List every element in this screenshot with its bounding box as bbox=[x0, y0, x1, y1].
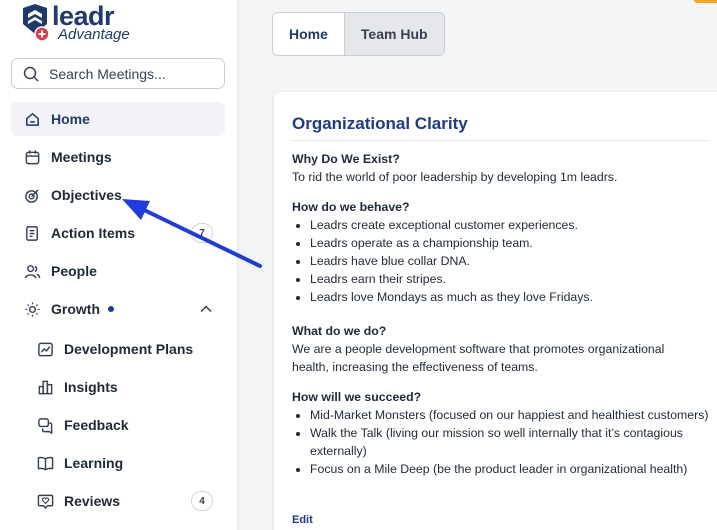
section-heading: How will we succeed? bbox=[292, 390, 422, 404]
bar-chart-icon bbox=[36, 378, 54, 396]
notification-dot bbox=[108, 306, 114, 312]
nav-item-action-items[interactable]: Action Items 7 bbox=[11, 216, 225, 250]
action-items-count-badge: 7 bbox=[191, 223, 213, 243]
logo[interactable]: leadr Advantage bbox=[22, 1, 162, 44]
reviews-count-badge: 4 bbox=[191, 491, 213, 511]
nav-item-people[interactable]: People bbox=[11, 254, 225, 288]
nav-item-label: Insights bbox=[64, 379, 118, 395]
heart-message-icon bbox=[36, 492, 54, 510]
search-icon bbox=[23, 66, 39, 82]
list-item: Leadrs love Mondays as much as they love… bbox=[310, 288, 717, 306]
section-heading: How do we behave? bbox=[292, 200, 410, 214]
people-icon bbox=[23, 262, 41, 280]
do-section: What do we do? We are a people developme… bbox=[292, 322, 717, 376]
tab-team-hub[interactable]: Team Hub bbox=[344, 13, 444, 55]
chart-line-icon bbox=[36, 340, 54, 358]
nav-item-growth[interactable]: Growth bbox=[11, 292, 225, 326]
nav-item-home[interactable]: Home bbox=[11, 102, 225, 136]
behave-section: How do we behave? Leadrs create exceptio… bbox=[292, 198, 717, 306]
checklist-icon bbox=[23, 224, 41, 242]
section-heading: What do we do? bbox=[292, 324, 387, 338]
section-heading: Why Do We Exist? bbox=[292, 152, 400, 166]
nav-item-label: Reviews bbox=[64, 493, 121, 509]
why-section: Why Do We Exist? To rid the world of poo… bbox=[292, 150, 717, 186]
chevron-up-icon[interactable] bbox=[199, 302, 213, 316]
leadr-shield-icon bbox=[23, 4, 48, 42]
nav-item-label: Meetings bbox=[51, 149, 112, 165]
top-accent-bar bbox=[694, 0, 717, 3]
nav-item-label: Home bbox=[51, 111, 90, 127]
list-item: Leadrs operate as a championship team. bbox=[310, 234, 717, 252]
section-text: We are a people development software tha… bbox=[292, 342, 665, 374]
nav-item-label: Development Plans bbox=[64, 341, 194, 357]
list-item: Mid-Market Monsters (focused on our happ… bbox=[310, 406, 717, 424]
section-text: To rid the world of poor leadership by d… bbox=[292, 170, 618, 184]
nav-item-label: Feedback bbox=[64, 417, 129, 433]
organizational-clarity-card: Organizational Clarity Why Do We Exist? … bbox=[274, 92, 717, 530]
nav-item-label: Learning bbox=[64, 455, 124, 471]
list-item: Leadrs earn their stripes. bbox=[310, 270, 717, 288]
search-box[interactable] bbox=[11, 58, 225, 89]
chat-bubbles-icon bbox=[36, 416, 54, 434]
nav-item-label: People bbox=[51, 263, 97, 279]
nav-item-insights[interactable]: Insights bbox=[24, 370, 225, 404]
sun-icon bbox=[23, 300, 41, 318]
nav-item-label: Objectives bbox=[51, 187, 122, 203]
home-icon bbox=[23, 110, 41, 128]
book-icon bbox=[36, 454, 54, 472]
brand-tagline: Advantage bbox=[58, 26, 130, 43]
tab-bar: Home Team Hub bbox=[272, 12, 445, 56]
nav-item-feedback[interactable]: Feedback bbox=[24, 408, 225, 442]
target-icon bbox=[23, 186, 41, 204]
list-item: Leadrs have blue collar DNA. bbox=[310, 252, 717, 270]
tab-home[interactable]: Home bbox=[273, 13, 345, 55]
nav-item-learning[interactable]: Learning bbox=[24, 446, 225, 480]
nav-item-meetings[interactable]: Meetings bbox=[11, 140, 225, 174]
search-input[interactable] bbox=[49, 65, 219, 82]
succeed-section: How will we succeed? Mid-Market Monsters… bbox=[292, 388, 717, 478]
nav-item-label: Growth bbox=[51, 301, 100, 317]
card-title: Organizational Clarity bbox=[292, 114, 708, 141]
list-item: Leadrs create exceptional customer exper… bbox=[310, 216, 717, 234]
nav-item-development-plans[interactable]: Development Plans bbox=[24, 332, 225, 366]
nav-item-reviews[interactable]: Reviews 4 bbox=[24, 484, 225, 518]
sidebar: leadr Advantage Home Meetings Objectives… bbox=[0, 0, 238, 530]
list-item: Focus on a Mile Deep (be the product lea… bbox=[310, 460, 717, 478]
edit-link[interactable]: Edit bbox=[292, 514, 313, 526]
nav-item-label: Action Items bbox=[51, 225, 136, 241]
nav-item-objectives[interactable]: Objectives bbox=[11, 178, 225, 212]
calendar-icon bbox=[23, 148, 41, 166]
list-item: Walk the Talk (living our mission so wel… bbox=[310, 424, 717, 460]
